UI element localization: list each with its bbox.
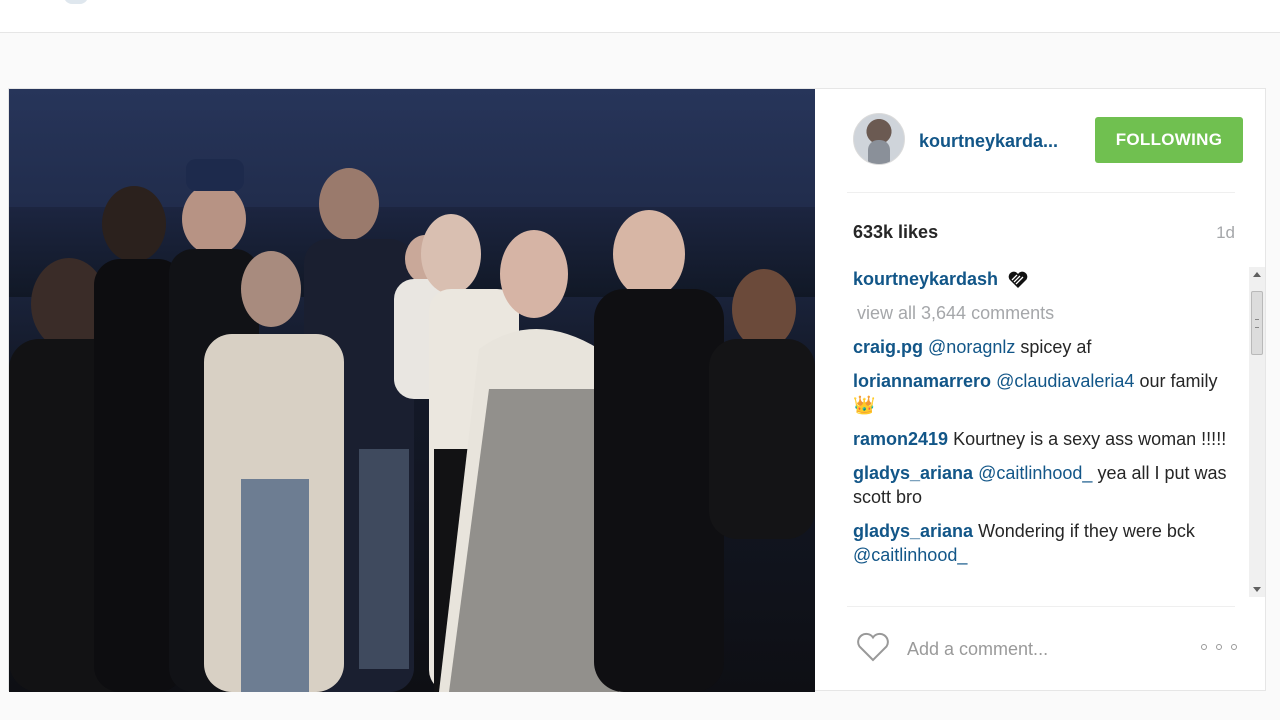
like-button[interactable] [855,631,891,663]
top-navigation-bar [0,0,1280,33]
comment-text: spicey af [1015,337,1092,357]
comment-bar [847,606,1237,693]
author-avatar[interactable] [853,113,905,165]
comments-list: kourtneykardash view all 3,644 comments … [853,267,1227,597]
like-count[interactable]: 633k likes [853,222,938,243]
scrollbar-thumb[interactable] [1251,291,1263,355]
post-sidebar: kourtneykarda... FOLLOWING 633k likes 1d… [815,89,1265,692]
comment-item: gladys_ariana @caitlinhood_ yea all I pu… [853,461,1227,509]
post-header: kourtneykarda... FOLLOWING [847,89,1243,193]
caption-username[interactable]: kourtneykardash [853,269,998,289]
photo-group-figures [9,159,815,692]
ellipsis-icon [1201,644,1207,650]
heart-outline-icon [857,632,889,662]
comment-mention[interactable]: @caitlinhood_ [978,463,1092,483]
more-options-button[interactable] [1201,639,1237,655]
comment-username[interactable]: gladys_ariana [853,463,973,483]
comment-username[interactable]: craig.pg [853,337,923,357]
comments-scrollbar[interactable] [1249,267,1265,597]
comment-username[interactable]: gladys_ariana [853,521,973,541]
comment-text: Wondering if they were bck [978,521,1195,541]
scroll-up-arrow-icon[interactable] [1253,272,1261,277]
comment-username[interactable]: ramon2419 [853,429,948,449]
ellipsis-icon [1216,644,1222,650]
comment-item: craig.pg @noragnlz spicey af [853,335,1227,359]
comment-text: Kourtney is a sexy ass woman !!!!! [953,429,1227,449]
logo-icon [64,0,88,4]
comment-mention[interactable]: @noragnlz [928,337,1015,357]
comment-username[interactable]: loriannamarrero [853,371,991,391]
ellipsis-icon [1231,644,1237,650]
scroll-down-arrow-icon[interactable] [1253,587,1261,592]
comment-item: gladys_ariana Wondering if they were bck… [853,519,1227,567]
comment-item: ramon2419 Kourtney is a sexy ass woman !… [853,427,1227,451]
caption: kourtneykardash [853,267,1227,291]
post-age[interactable]: 1d [1216,223,1235,243]
author-username[interactable]: kourtneykarda... [919,131,1058,152]
black-heart-icon [1008,271,1028,289]
post-photo[interactable] [9,89,815,692]
post-card: kourtneykarda... FOLLOWING 633k likes 1d… [8,88,1266,692]
comment-mention[interactable]: @caitlinhood_ [853,545,967,565]
comment-item: loriannamarrero @claudiavaleria4 our fam… [853,369,1227,417]
comment-input[interactable] [905,633,1169,665]
following-button[interactable]: FOLLOWING [1095,117,1243,163]
comment-mention[interactable]: @claudiavaleria4 [996,371,1134,391]
view-all-comments-link[interactable]: view all 3,644 comments [857,301,1227,325]
